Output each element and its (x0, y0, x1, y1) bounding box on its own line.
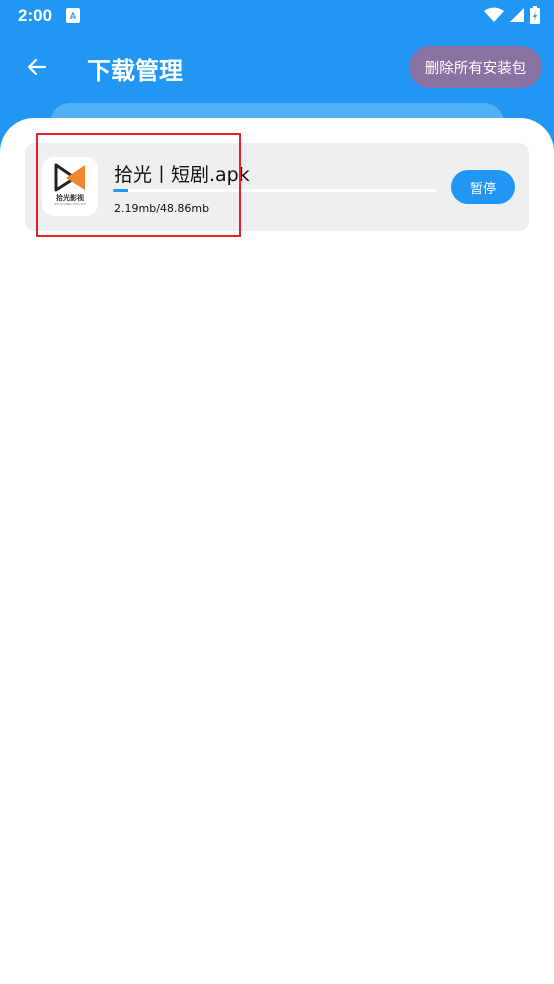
text-a-icon: A (66, 8, 80, 23)
delete-all-packages-button[interactable]: 删除所有安装包 (409, 46, 542, 88)
download-progress-bar (113, 189, 436, 192)
status-time: 2:00 (18, 6, 53, 25)
download-progress-fill (113, 189, 128, 192)
status-bar: 2:00 A (0, 0, 554, 32)
arrow-left-icon (27, 58, 47, 76)
file-name: 拾光丨短剧.apk (114, 164, 250, 186)
battery-charging-icon (530, 6, 540, 24)
shiguang-app-logo-icon (54, 163, 85, 192)
back-button[interactable] (18, 50, 56, 84)
content-card (0, 118, 554, 984)
pause-button[interactable]: 暂停 (451, 170, 515, 204)
cellular-signal-icon (510, 8, 524, 22)
app-icon-subcaption: SHI GUANG YING SHI (54, 202, 86, 206)
page-title: 下载管理 (87, 57, 183, 85)
app-icon: 拾光影视 SHI GUANG YING SHI (42, 157, 98, 216)
wifi-icon (484, 7, 504, 22)
status-icons (484, 6, 540, 24)
file-size-text: 2.19mb/48.86mb (114, 202, 210, 215)
